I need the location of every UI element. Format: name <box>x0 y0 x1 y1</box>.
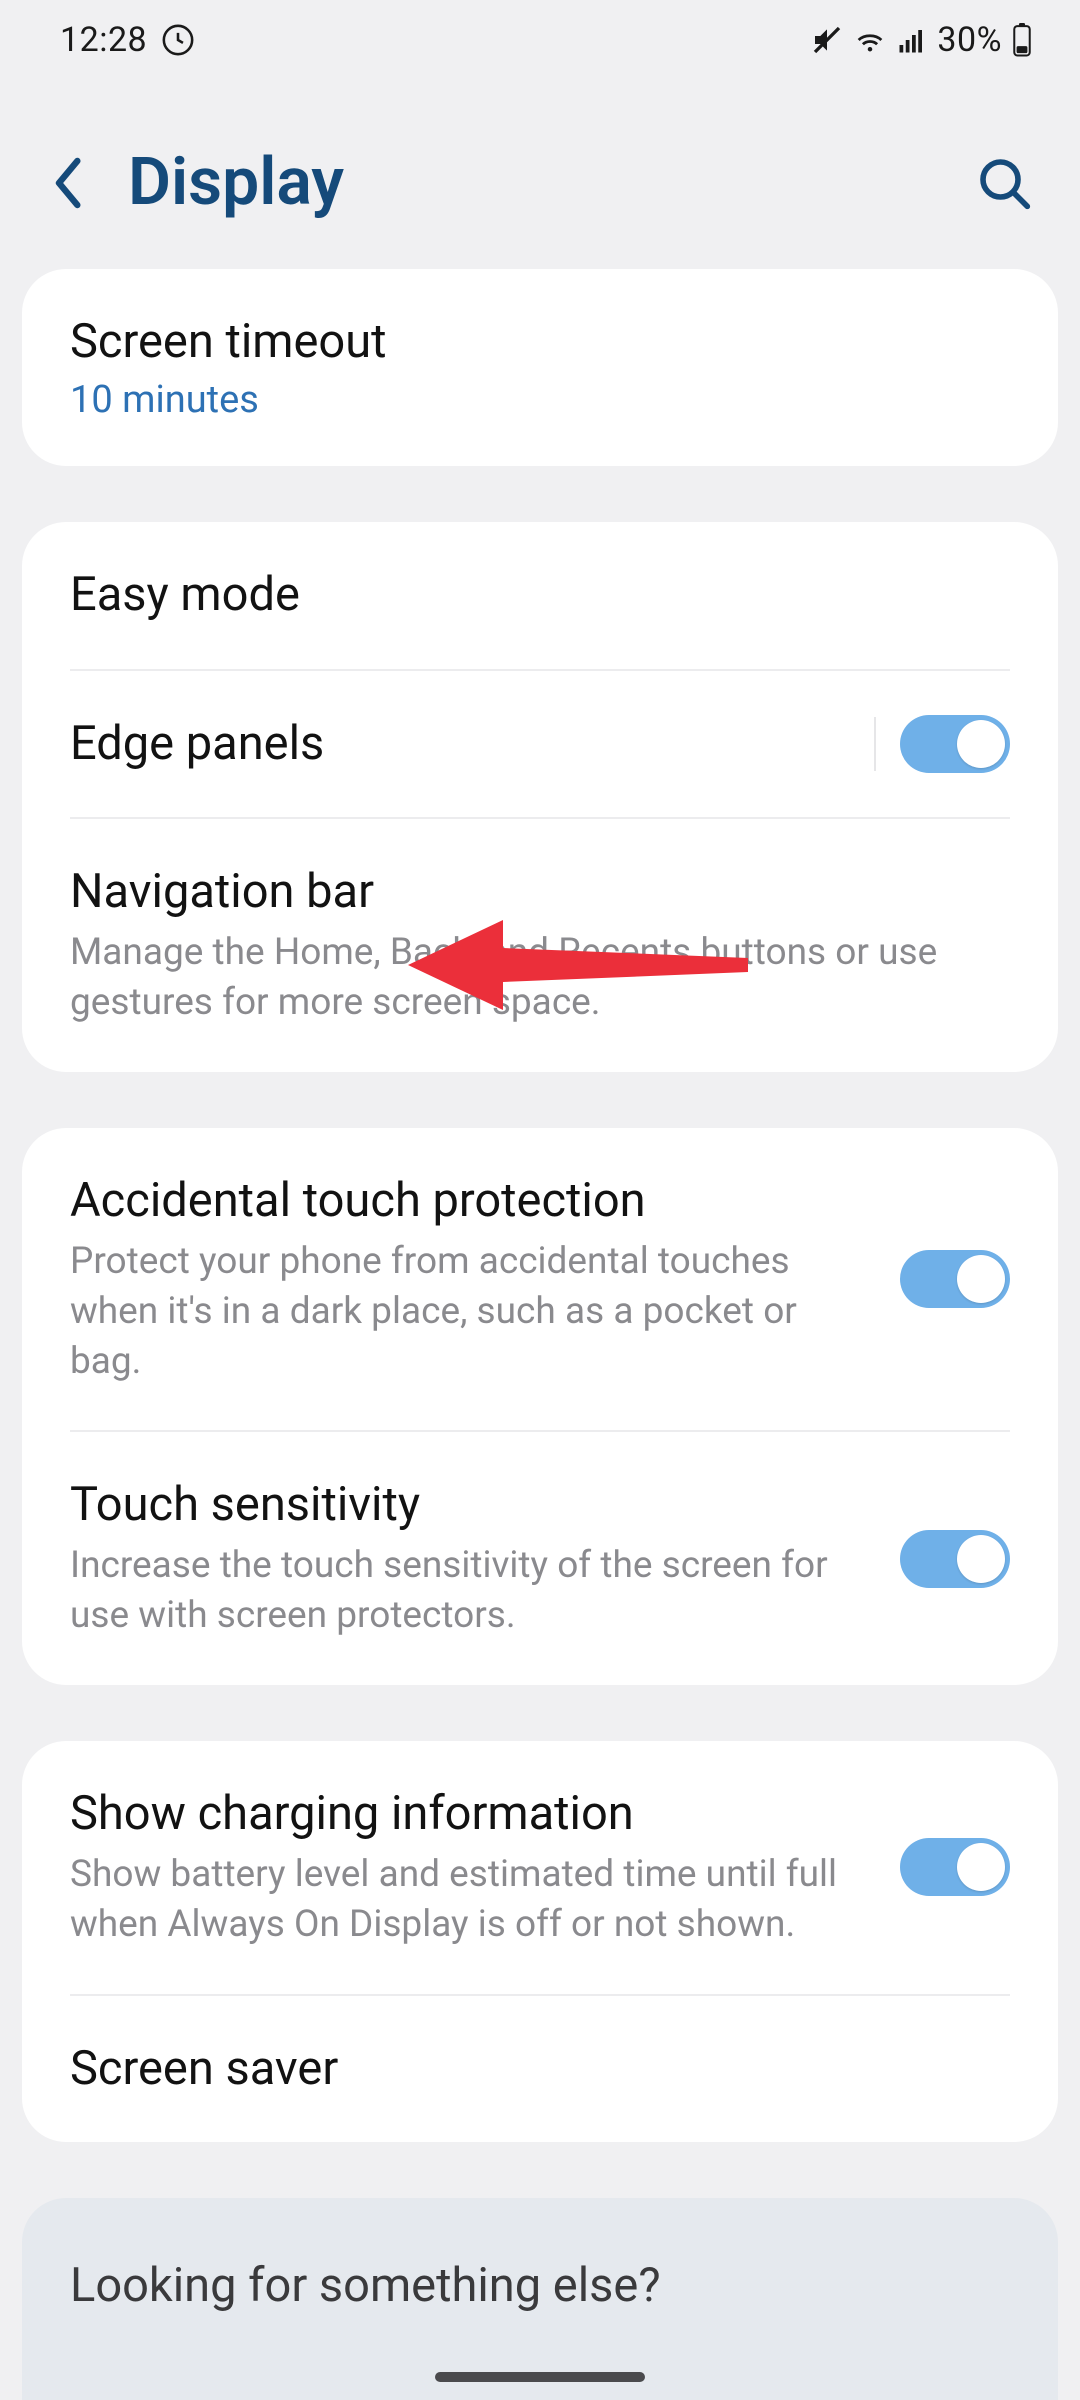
status-time: 12:28 <box>60 20 147 60</box>
whatsapp-icon <box>161 23 195 57</box>
navigation-bar-sub: Manage the Home, Back, and Recents butto… <box>70 928 1010 1028</box>
accidental-touch-item[interactable]: Accidental touch protection Protect your… <box>22 1128 1058 1431</box>
status-bar-left: 12:28 <box>60 20 195 60</box>
screen-timeout-title: Screen timeout <box>70 313 1010 372</box>
battery-icon <box>1012 23 1032 57</box>
accidental-touch-title: Accidental touch protection <box>70 1172 876 1231</box>
header: Display <box>0 120 1080 249</box>
easy-mode-title: Easy mode <box>70 566 1010 625</box>
signal-icon <box>897 25 927 55</box>
back-icon[interactable] <box>48 153 92 213</box>
screen-timeout-item[interactable]: Screen timeout 10 minutes <box>22 269 1058 466</box>
wifi-icon <box>853 23 887 57</box>
screen-saver-item[interactable]: Screen saver <box>22 1996 1058 2143</box>
accidental-touch-toggle[interactable] <box>900 1250 1010 1308</box>
settings-group-2: Easy mode Edge panels Navigation bar Man… <box>22 522 1058 1072</box>
edge-panels-toggle[interactable] <box>900 715 1010 773</box>
search-icon[interactable] <box>976 155 1032 211</box>
accidental-touch-sub: Protect your phone from accidental touch… <box>70 1237 876 1387</box>
settings-group-4: Show charging information Show battery l… <box>22 1741 1058 2142</box>
navigation-bar-item[interactable]: Navigation bar Manage the Home, Back, an… <box>22 819 1058 1072</box>
edge-panels-title: Edge panels <box>70 715 850 774</box>
footer-title: Looking for something else? <box>70 2258 1010 2313</box>
touch-sensitivity-toggle[interactable] <box>900 1530 1010 1588</box>
mute-icon <box>811 24 843 56</box>
navigation-bar-title: Navigation bar <box>70 863 1010 922</box>
toggle-divider <box>874 717 876 771</box>
screen-saver-title: Screen saver <box>70 2040 1010 2099</box>
charging-info-sub: Show battery level and estimated time un… <box>70 1850 876 1950</box>
easy-mode-item[interactable]: Easy mode <box>22 522 1058 669</box>
charging-info-item[interactable]: Show charging information Show battery l… <box>22 1741 1058 1994</box>
status-bar: 12:28 <box>0 0 1080 80</box>
battery-percent: 30% <box>937 20 1002 60</box>
touch-sensitivity-item[interactable]: Touch sensitivity Increase the touch sen… <box>22 1432 1058 1685</box>
charging-info-title: Show charging information <box>70 1785 876 1844</box>
footer-card[interactable]: Looking for something else? <box>22 2198 1058 2400</box>
screen-timeout-value: 10 minutes <box>70 378 1010 422</box>
edge-panels-item[interactable]: Edge panels <box>22 671 1058 818</box>
touch-sensitivity-sub: Increase the touch sensitivity of the sc… <box>70 1541 876 1641</box>
page-title: Display <box>128 144 344 221</box>
settings-group-1: Screen timeout 10 minutes <box>22 269 1058 466</box>
status-bar-right: 30% <box>811 20 1032 60</box>
gesture-handle[interactable] <box>435 2372 645 2382</box>
charging-info-toggle[interactable] <box>900 1838 1010 1896</box>
touch-sensitivity-title: Touch sensitivity <box>70 1476 876 1535</box>
settings-group-3: Accidental touch protection Protect your… <box>22 1128 1058 1685</box>
